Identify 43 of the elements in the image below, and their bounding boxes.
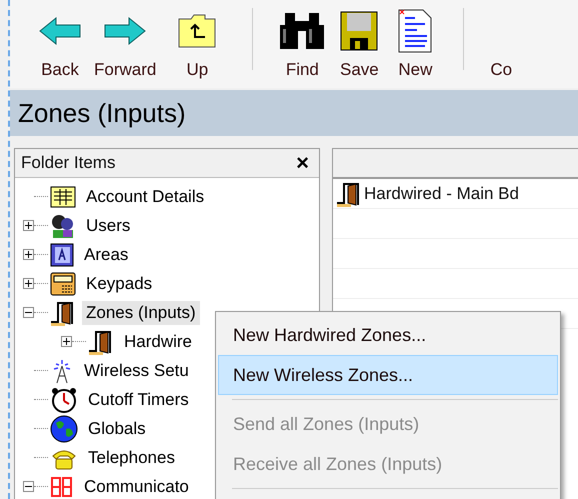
alarm-clock-icon — [50, 386, 78, 414]
list-item[interactable]: Hardwired - Main Bd — [364, 184, 519, 204]
tree-item[interactable]: Zones (Inputs) — [82, 300, 200, 324]
tree-item[interactable]: Cutoff Timers — [84, 388, 193, 412]
expand-icon[interactable] — [23, 278, 34, 289]
door-icon — [336, 180, 362, 206]
expand-icon[interactable] — [23, 220, 34, 231]
tree-item[interactable]: Globals — [84, 416, 150, 440]
door-icon — [50, 300, 76, 326]
people-icon — [50, 212, 76, 238]
toolbar-button[interactable]: Find — [273, 0, 332, 80]
globe-icon — [50, 414, 78, 442]
collapse-icon[interactable] — [23, 307, 34, 318]
panel-title: Folder Items — [21, 153, 116, 173]
door-icon — [88, 328, 114, 354]
keypad-icon — [50, 272, 76, 296]
binoculars-icon — [279, 11, 326, 51]
expand-icon[interactable] — [61, 336, 72, 347]
close-button[interactable]: × — [292, 152, 313, 174]
toolbar-button[interactable]: Save — [331, 0, 388, 80]
toolbar-button[interactable]: Up — [162, 0, 232, 80]
page-title: Zones (Inputs) — [10, 90, 578, 136]
tree-item[interactable]: Account Details — [82, 184, 208, 208]
book-icon — [50, 242, 74, 266]
tree-item[interactable]: Telephones — [84, 446, 179, 470]
tree-item[interactable]: Users — [82, 214, 134, 238]
tree-item[interactable]: Communicato — [80, 474, 193, 498]
seven-segment-icon — [50, 476, 74, 498]
ledger-icon — [50, 184, 76, 208]
tree-item[interactable]: Wireless Setu — [80, 358, 193, 382]
tree-item[interactable]: Areas — [80, 242, 132, 266]
new-document-icon — [397, 8, 434, 54]
menu-item[interactable]: New Hardwired Zones... — [218, 315, 558, 355]
toolbar-button[interactable]: Forward — [88, 0, 162, 80]
collapse-icon[interactable] — [23, 481, 34, 492]
tree-item[interactable]: Hardwire — [120, 330, 196, 354]
toolbar-button[interactable]: New — [387, 0, 444, 80]
toolbar-button[interactable]: Co — [484, 0, 518, 80]
tree-item[interactable]: Keypads — [82, 272, 156, 296]
menu-item[interactable]: New Wireless Zones... — [218, 355, 558, 395]
expand-icon[interactable] — [23, 249, 34, 260]
folder-up-icon — [177, 13, 218, 49]
toolbar-button[interactable]: Back — [32, 0, 88, 80]
